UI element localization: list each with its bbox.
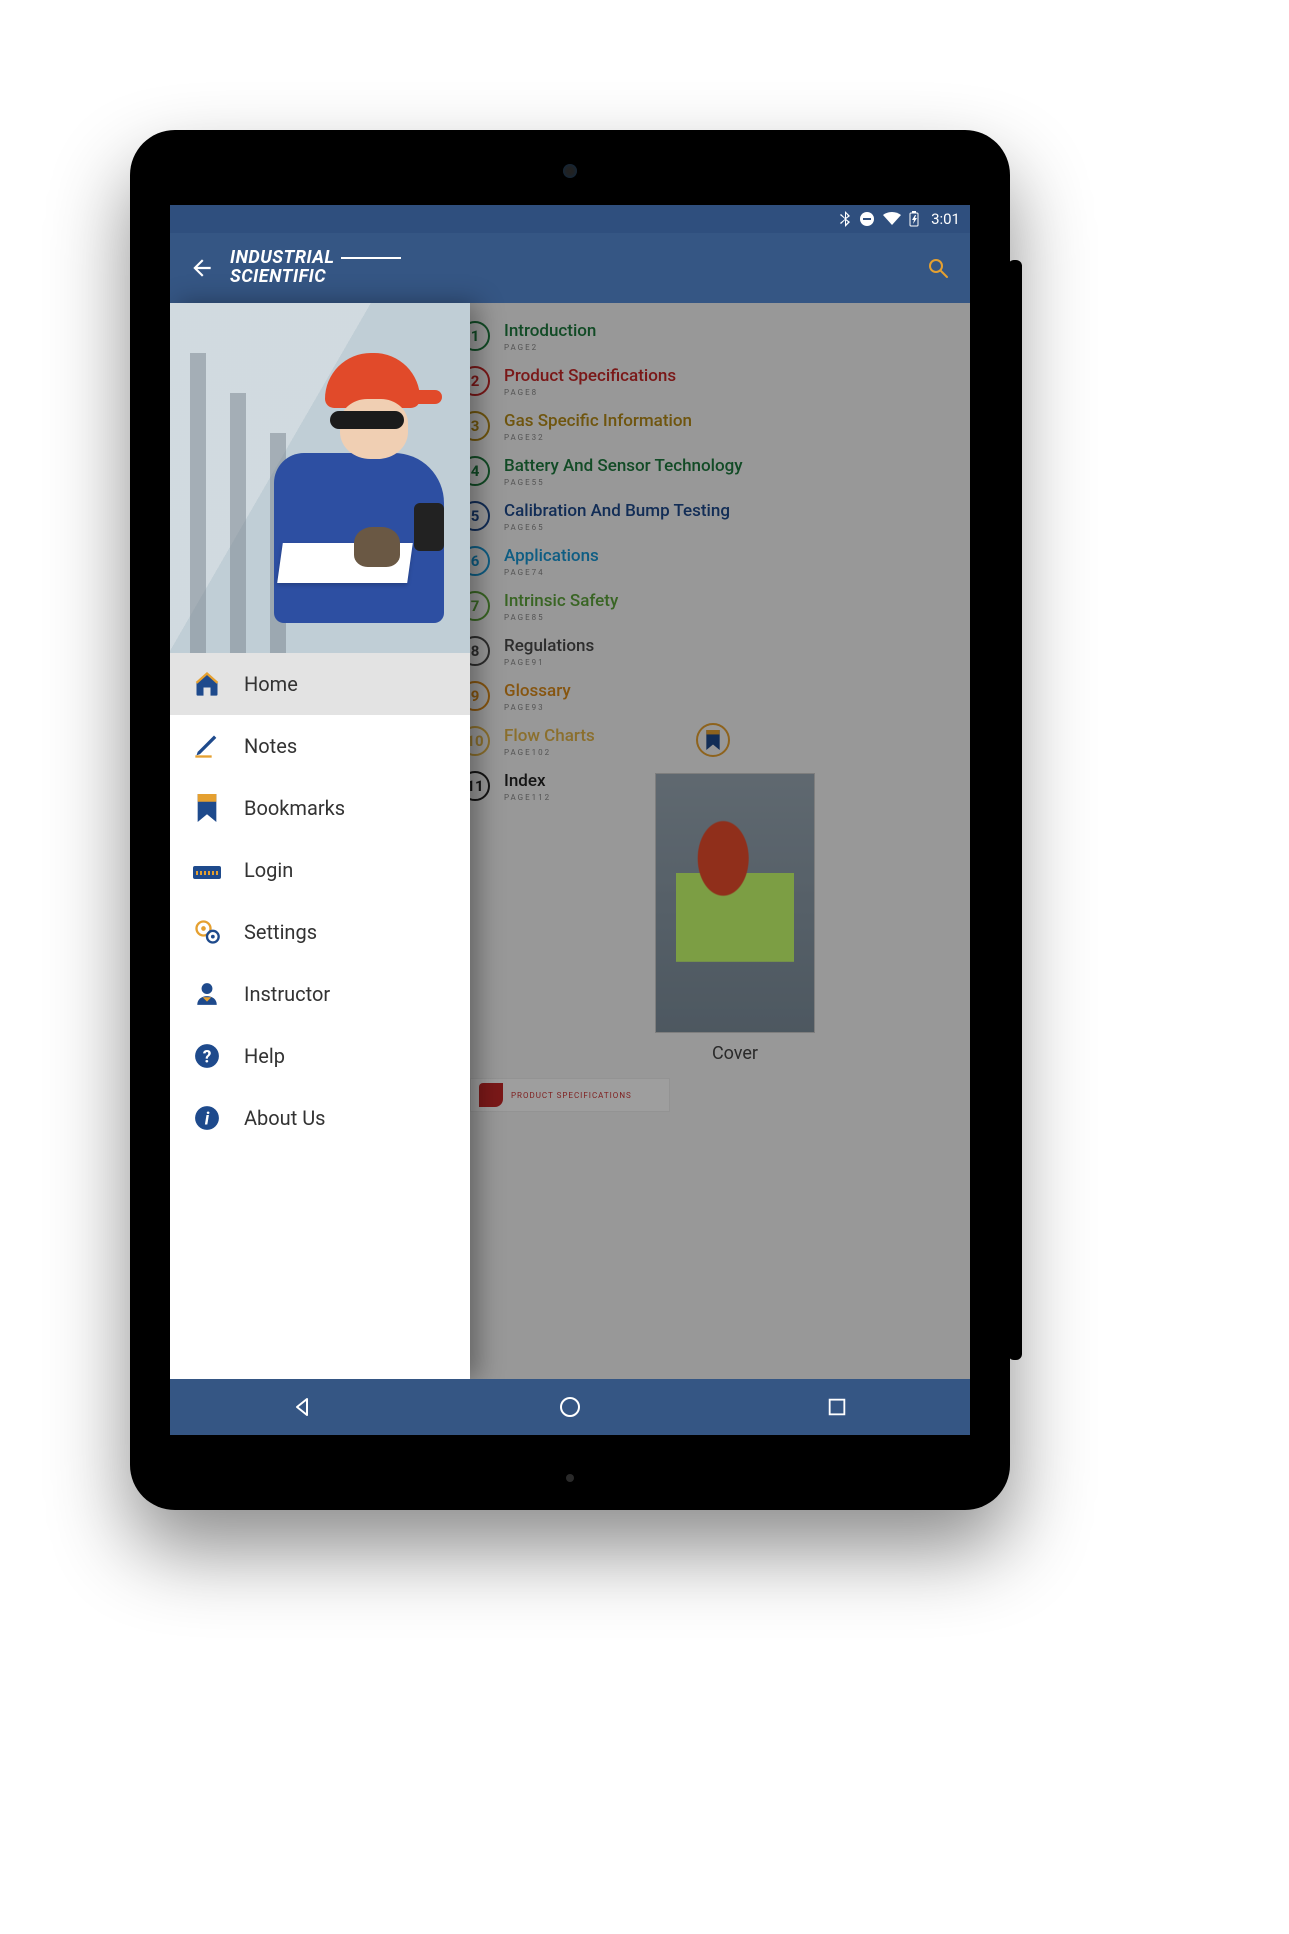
drawer-item-login[interactable]: Login — [170, 839, 470, 901]
tablet-side — [1008, 260, 1022, 1360]
battery-charging-icon — [909, 211, 919, 227]
login-icon — [192, 855, 222, 885]
drawer-item-help[interactable]: ? Help — [170, 1025, 470, 1087]
android-nav-bar — [170, 1379, 970, 1435]
logo-line2: SCIENTIFIC — [230, 268, 401, 287]
tablet-camera — [563, 164, 577, 178]
nav-back-button[interactable] — [288, 1392, 318, 1422]
drawer-item-label: Login — [244, 858, 293, 882]
drawer-item-label: Home — [244, 672, 298, 696]
drawer-hero-image — [170, 303, 470, 653]
nav-home-button[interactable] — [555, 1392, 585, 1422]
drawer-item-instructor[interactable]: Instructor — [170, 963, 470, 1025]
drawer-item-notes[interactable]: Notes — [170, 715, 470, 777]
bookmarks-icon — [192, 793, 222, 823]
drawer-item-label: Notes — [244, 734, 297, 758]
action-bar: INDUSTRIAL SCIENTIFIC — [170, 233, 970, 303]
drawer-item-label: About Us — [244, 1106, 326, 1130]
dnd-icon — [859, 211, 875, 227]
help-icon: ? — [192, 1041, 222, 1071]
app-logo: INDUSTRIAL SCIENTIFIC — [230, 249, 401, 287]
drawer-list: Home Notes Bookmarks Login Settings Instructo… — [170, 653, 470, 1379]
drawer-item-label: Help — [244, 1044, 285, 1068]
drawer-item-settings[interactable]: Settings — [170, 901, 470, 963]
drawer-item-home[interactable]: Home — [170, 653, 470, 715]
status-bar: 3:01 — [170, 205, 970, 233]
bluetooth-icon — [839, 211, 851, 227]
drawer-item-label: Bookmarks — [244, 796, 345, 820]
home-icon — [192, 669, 222, 699]
tablet-home-indicator — [566, 1474, 574, 1482]
drawer-item-about-us[interactable]: i About Us — [170, 1087, 470, 1149]
search-button[interactable] — [924, 254, 952, 282]
navigation-drawer: Home Notes Bookmarks Login Settings Instructo… — [170, 303, 470, 1379]
screen: 3:01 INDUSTRIAL SCIENTIFIC 1Introduction… — [170, 205, 970, 1435]
status-time: 3:01 — [931, 210, 960, 228]
drawer-item-bookmarks[interactable]: Bookmarks — [170, 777, 470, 839]
notes-icon — [192, 731, 222, 761]
nav-recent-button[interactable] — [822, 1392, 852, 1422]
svg-text:i: i — [205, 1110, 210, 1130]
settings-icon — [192, 917, 222, 947]
back-button[interactable] — [188, 254, 216, 282]
wifi-icon — [883, 212, 901, 226]
logo-line1: INDUSTRIAL — [230, 247, 401, 268]
drawer-item-label: Instructor — [244, 982, 330, 1006]
svg-text:?: ? — [203, 1048, 212, 1068]
content-area: 1IntroductionPAGE22Product Specification… — [170, 303, 970, 1379]
about-us-icon: i — [192, 1103, 222, 1133]
instructor-icon — [192, 979, 222, 1009]
drawer-item-label: Settings — [244, 920, 317, 944]
tablet-frame: 3:01 INDUSTRIAL SCIENTIFIC 1Introduction… — [130, 130, 1010, 1510]
